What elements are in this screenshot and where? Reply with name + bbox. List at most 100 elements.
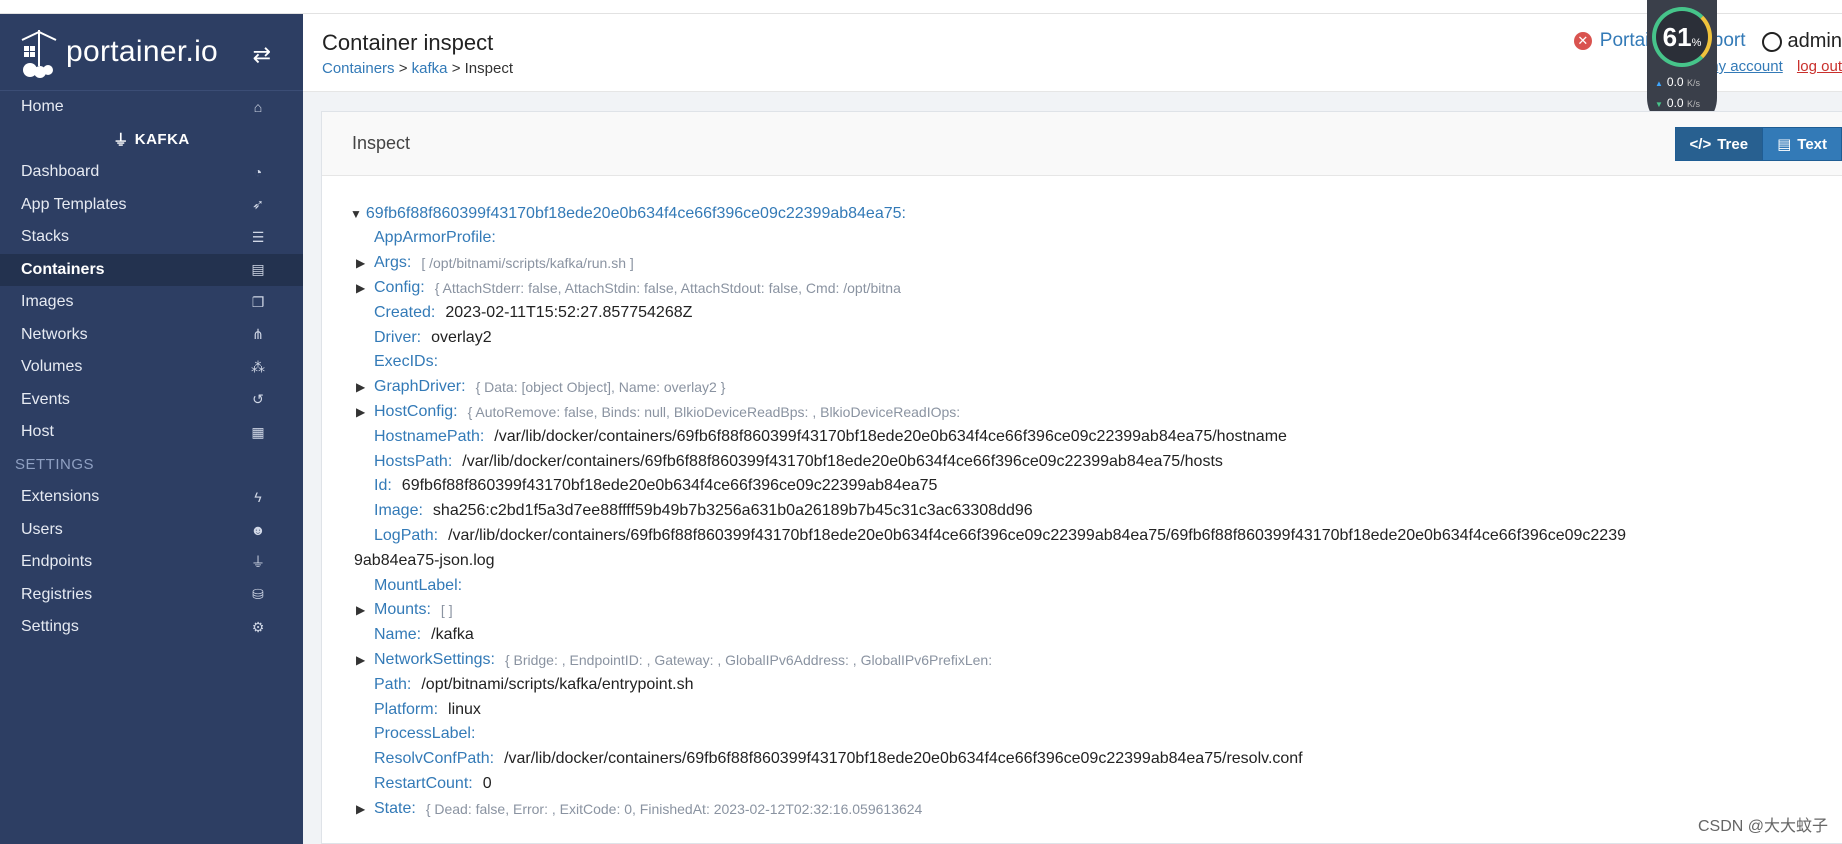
download-unit: K/s — [1686, 99, 1700, 109]
tree-row: HostsPath: /var/lib/docker/containers/69f… — [350, 449, 1842, 474]
tree-value: /var/lib/docker/containers/69fb6f88f8603… — [494, 427, 1287, 445]
tree-row: ExecIDs: — [350, 350, 1842, 375]
tree-preview: { AttachStderr: false, AttachStdin: fals… — [434, 279, 901, 296]
tree-row: Image: sha256:c2bd1f5a3d7ee88ffff59b49b7b… — [350, 499, 1842, 524]
tree-row: RestartCount: 0 — [350, 772, 1842, 797]
home-icon: ⌂ — [253, 99, 263, 116]
sidebar-item-home[interactable]: Home ⌂ — [0, 91, 303, 124]
tree-key: GraphDriver: — [374, 378, 466, 396]
panel-title: Inspect — [352, 133, 411, 153]
tree-row[interactable]: ▶ GraphDriver: { Data: [object Object], Na… — [350, 375, 1842, 400]
breadcrumb-kafka-link[interactable]: kafka — [412, 60, 448, 77]
dashboard-icon: ◔ — [253, 164, 263, 181]
grid-icon: ▦ — [251, 423, 265, 440]
sidebar-item-label: Extensions — [21, 488, 100, 506]
sidebar-item-label: Images — [21, 293, 74, 311]
sidebar-item-app-templates[interactable]: App Templates ➶ — [0, 189, 303, 222]
sidebar-item-networks[interactable]: Networks ⋔ — [0, 319, 303, 352]
expand-triangle-icon[interactable]: ▶ — [356, 653, 374, 667]
tree-row: HostnamePath: /var/lib/docker/containers/… — [350, 424, 1842, 449]
cpu-usage-gauge: 61% — [1652, 7, 1712, 67]
tree-value: /var/lib/docker/containers/69fb6f88f8603… — [462, 452, 1223, 470]
tree-row: LogPath: /var/lib/docker/containers/69fb6… — [350, 524, 1842, 549]
account-links: my account log out — [1706, 58, 1842, 75]
tree-row[interactable]: ▶ Args: [ /opt/bitnami/scripts/kafka/run.s… — [350, 251, 1842, 276]
users-icon: ☻ — [250, 521, 266, 538]
tree-key: Args: — [374, 254, 412, 272]
tree-value: /var/lib/docker/containers/69fb6f88f8603… — [448, 526, 1626, 544]
tree-key: Config: — [374, 278, 425, 296]
sidebar-item-endpoints[interactable]: Endpoints ⏚ — [0, 546, 303, 579]
cubes-icon: ⁂ — [251, 358, 265, 375]
endpoint-header: ⏚ KAFKA — [0, 124, 303, 157]
brand-name: portainer.io — [66, 35, 219, 68]
breadcrumb-containers-link[interactable]: Containers — [322, 60, 395, 77]
sidebar-item-stacks[interactable]: Stacks ☰ — [0, 221, 303, 254]
upload-rate: ▲ 0.0 K/s — [1655, 75, 1700, 89]
sidebar-item-label: Events — [21, 390, 70, 408]
log-out-link[interactable]: log out — [1797, 58, 1842, 75]
expand-triangle-icon[interactable]: ▶ — [356, 281, 374, 295]
brand[interactable]: portainer.io ⇄ — [0, 14, 303, 91]
tree-key: HostsPath: — [374, 452, 453, 470]
tree-row[interactable]: ▶ HostConfig: { AutoRemove: false, Binds: … — [350, 400, 1842, 425]
tree-key: Name: — [374, 626, 422, 644]
history-icon: ↺ — [252, 391, 264, 408]
tree-row[interactable]: ▶ State: { Dead: false, Error: , ExitCode:… — [350, 796, 1842, 821]
list-icon: ☰ — [251, 228, 265, 245]
tree-key: AppArmorProfile: — [374, 229, 496, 247]
download-value: 0.0 — [1666, 96, 1684, 110]
sidebar-item-settings[interactable]: Settings ⚙ — [0, 611, 303, 644]
sidebar-item-label: Stacks — [21, 228, 70, 246]
tree-row: Name: /kafka — [350, 623, 1842, 648]
sidebar-item-extensions[interactable]: Extensions ϟ — [0, 481, 303, 514]
sidebar-item-host[interactable]: Host ▦ — [0, 416, 303, 449]
inspect-tree: ▼ 69fb6f88f860399f43170bf18ede20e0b634f4… — [350, 202, 1842, 821]
tree-row[interactable]: ▶ NetworkSettings: { Bridge: , EndpointID:… — [350, 648, 1842, 673]
sidebar-item-containers[interactable]: Containers ▤ — [0, 253, 303, 286]
upload-arrow-icon: ▲ — [1655, 79, 1663, 88]
tree-preview: { Data: [object Object], Name: overlay2 … — [475, 379, 726, 396]
tree-value: 2023-02-11T15:52:27.857754268Z — [445, 303, 693, 321]
tree-preview: [ ] — [440, 602, 453, 619]
expand-triangle-icon[interactable]: ▶ — [356, 802, 374, 816]
rocket-icon: ➶ — [252, 196, 264, 213]
tree-root-key: 69fb6f88f860399f43170bf18ede20e0b634f4ce… — [365, 205, 906, 222]
breadcrumb-separator: > — [398, 60, 408, 77]
expand-triangle-icon[interactable]: ▶ — [356, 380, 374, 394]
sidebar-item-events[interactable]: Events ↺ — [0, 384, 303, 417]
watermark: CSDN @大大蚊子 — [1697, 818, 1828, 835]
bolt-icon: ϟ — [254, 489, 262, 506]
sidebar-item-label: Home — [21, 98, 64, 116]
sidebar-item-dashboard[interactable]: Dashboard ◔ — [0, 156, 303, 189]
user-menu[interactable]: admin — [1761, 30, 1842, 53]
text-view-button[interactable]: ▤ Text — [1763, 127, 1842, 161]
tree-row: ResolvConfPath: /var/lib/docker/container… — [350, 747, 1842, 772]
sidebar-item-images[interactable]: Images ❐ — [0, 286, 303, 319]
sidebar-item-registries[interactable]: Registries ⛁ — [0, 579, 303, 612]
close-circle-icon: ✕ — [1573, 32, 1592, 50]
expand-triangle-icon[interactable]: ▶ — [356, 405, 374, 419]
tree-key: ResolvConfPath: — [374, 750, 495, 768]
breadcrumb: Containers > kafka > Inspect — [322, 60, 513, 77]
tree-root[interactable]: ▼ 69fb6f88f860399f43170bf18ede20e0b634f4… — [350, 202, 1842, 226]
sidebar-item-label: Settings — [21, 618, 79, 636]
tree-row: Platform: linux — [350, 697, 1842, 722]
tree-view-button[interactable]: </> Tree — [1674, 127, 1764, 161]
tree-key: Image: — [374, 502, 423, 520]
clone-icon: ❐ — [251, 293, 265, 310]
tree-row[interactable]: ▶ Config: { AttachStderr: false, AttachStd… — [350, 276, 1842, 301]
expand-triangle-icon[interactable]: ▶ — [356, 256, 374, 270]
sidebar-item-volumes[interactable]: Volumes ⁂ — [0, 351, 303, 384]
sidebar-item-label: App Templates — [21, 195, 127, 213]
sidebar-item-users[interactable]: Users ☻ — [0, 514, 303, 547]
tree-row[interactable]: ▶ Mounts: [ ] — [350, 598, 1842, 623]
my-account-link[interactable]: my account — [1706, 58, 1783, 75]
toggle-sidebar-icon[interactable]: ⇄ — [253, 42, 271, 68]
upload-value: 0.0 — [1666, 75, 1684, 89]
collapse-triangle-icon[interactable]: ▼ — [350, 207, 362, 221]
tree-key: LogPath: — [374, 526, 439, 544]
tree-preview: { Bridge: , EndpointID: , Gateway: , Glo… — [504, 651, 993, 668]
tree-key: Created: — [374, 303, 436, 321]
expand-triangle-icon[interactable]: ▶ — [356, 603, 374, 617]
